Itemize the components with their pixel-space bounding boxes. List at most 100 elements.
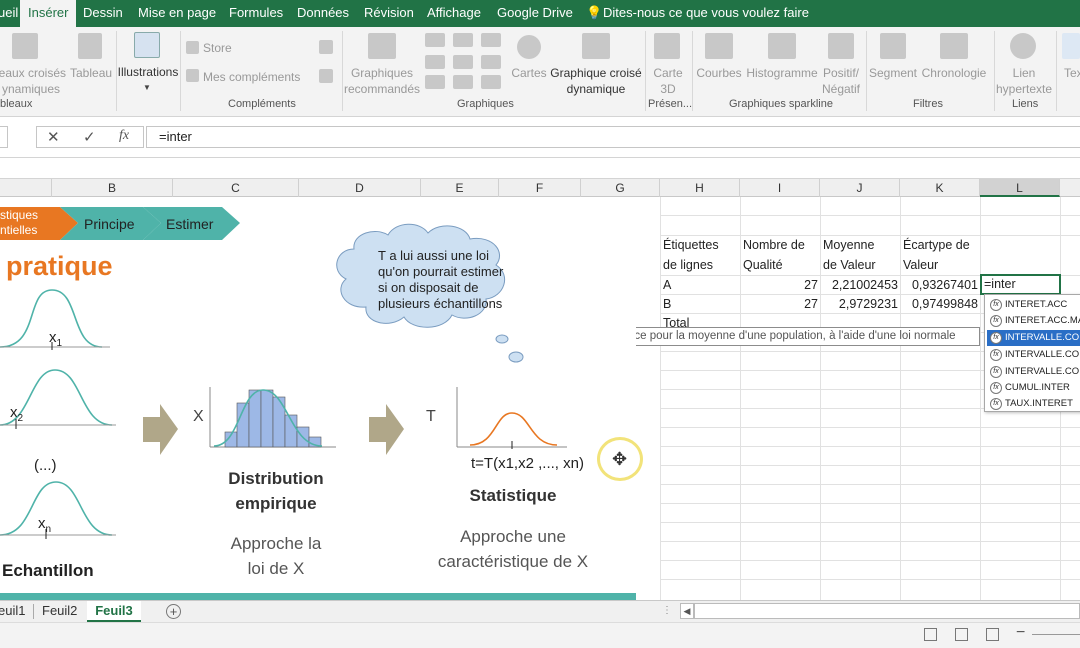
pivot-header-count[interactable]: Nombre de Qualité xyxy=(743,235,805,275)
normal-view-icon[interactable] xyxy=(924,628,937,641)
formula-input[interactable]: =inter xyxy=(146,126,1080,148)
tab-affichage[interactable]: Affichage xyxy=(427,0,481,27)
pivot-header-sd[interactable]: Écartype de Valeur xyxy=(903,235,970,275)
pivot-cell-mean[interactable]: 2,9729231 xyxy=(820,294,898,314)
horizontal-scrollbar[interactable] xyxy=(694,603,1080,619)
addins-icon xyxy=(186,69,199,82)
name-box[interactable] xyxy=(0,126,8,148)
maps-button[interactable]: Cartes xyxy=(510,65,548,81)
col-header-k[interactable]: K xyxy=(900,179,980,197)
cloud-bubble xyxy=(495,334,509,344)
pie-chart-icon[interactable] xyxy=(425,75,445,89)
pivot-cell-count[interactable]: 27 xyxy=(740,275,818,295)
scroll-handle-icon[interactable]: ⋮ xyxy=(662,605,672,616)
timeline-button[interactable]: Chronologie xyxy=(918,65,990,81)
my-addins-button[interactable]: Mes compléments xyxy=(203,69,300,85)
embedded-slide-image[interactable]: stiques ntielles Principe Estimer pratiqu… xyxy=(0,197,636,601)
col-header-h[interactable]: H xyxy=(660,179,740,197)
enter-icon[interactable]: ✓ xyxy=(83,128,96,146)
hierarchy-chart-icon[interactable] xyxy=(453,33,473,47)
nav-label-1: stiques ntielles xyxy=(0,208,39,237)
recommended-charts-icon xyxy=(368,33,396,59)
autocomplete-item[interactable]: fx INTERET.ACC xyxy=(987,297,1080,313)
tell-me-icon: 💡 xyxy=(586,5,603,20)
col-header-j[interactable]: J xyxy=(820,179,900,197)
col-header-d[interactable]: D xyxy=(299,179,421,197)
col-header-a[interactable] xyxy=(0,179,52,197)
grid-line xyxy=(660,503,1080,504)
tab-google-drive[interactable]: Google Drive xyxy=(497,0,573,27)
pivot-header-mean[interactable]: Moyenne de Valeur xyxy=(823,235,876,275)
sheet-tab-feuil1[interactable]: euil1 xyxy=(0,601,25,622)
timeline-icon xyxy=(940,33,968,59)
waterfall-chart-icon[interactable] xyxy=(481,33,501,47)
illustrations-button[interactable]: Illustrations xyxy=(117,64,179,80)
col-header-b[interactable]: B xyxy=(52,179,173,197)
tell-me-search[interactable]: Dites-nous ce que vous voulez faire xyxy=(603,0,809,27)
col-header-c[interactable]: C xyxy=(173,179,299,197)
sparkline-line-button[interactable]: Courbes xyxy=(694,65,744,81)
sheet-tab-feuil3-active[interactable]: Feuil3 xyxy=(87,601,141,622)
tab-donnees[interactable]: Données xyxy=(297,0,349,27)
pivot-row-label[interactable]: B xyxy=(663,294,671,314)
statistic-chart-icon[interactable] xyxy=(453,55,473,69)
grid-line xyxy=(660,446,1080,447)
autocomplete-item[interactable]: fx TAUX.INTERET xyxy=(987,396,1080,412)
pivot-cell-sd[interactable]: 0,97499848 xyxy=(900,294,978,314)
autocomplete-item[interactable]: fx INTERVALLE.CO xyxy=(987,347,1080,363)
col-header-f[interactable]: F xyxy=(499,179,581,197)
col-header-l[interactable]: L xyxy=(980,179,1060,197)
sparkline-winloss-button[interactable]: Positif/Négatif xyxy=(818,65,864,97)
bell-curve-3 xyxy=(0,481,113,536)
tab-formules[interactable]: Formules xyxy=(229,0,283,27)
bing-maps-icon[interactable] xyxy=(319,40,333,54)
autocomplete-item[interactable]: fx CUMUL.INTER xyxy=(987,380,1080,396)
pivot-header-labels[interactable]: Étiquettes de lignes xyxy=(663,235,719,275)
hyperlink-button[interactable]: Lien hypertexte xyxy=(994,65,1054,97)
scroll-left-icon[interactable]: ◀ xyxy=(680,603,694,619)
recommended-charts-button[interactable]: Graphiques recommandés xyxy=(344,65,420,97)
column-chart-icon[interactable] xyxy=(425,33,445,47)
add-sheet-icon[interactable]: + xyxy=(166,604,181,619)
store-button[interactable]: Store xyxy=(203,40,232,56)
zoom-slider[interactable] xyxy=(1032,634,1080,635)
pivot-cell-count[interactable]: 27 xyxy=(740,294,818,314)
cancel-icon[interactable]: ✕ xyxy=(47,128,60,146)
page-break-view-icon[interactable] xyxy=(986,628,999,641)
pivot-cell-sd[interactable]: 0,93267401 xyxy=(900,275,978,295)
autocomplete-item[interactable]: fx INTERVALLE.CO xyxy=(987,364,1080,380)
tab-dessin[interactable]: Dessin xyxy=(83,0,123,27)
autocomplete-item-selected[interactable]: fx INTERVALLE.CO xyxy=(987,330,1080,346)
page-layout-view-icon[interactable] xyxy=(955,628,968,641)
line-chart-icon[interactable] xyxy=(425,55,445,69)
col-header-i[interactable]: I xyxy=(740,179,820,197)
nav-label-principe: Principe xyxy=(84,216,135,232)
zoom-out-icon[interactable]: − xyxy=(1016,624,1025,642)
table-button[interactable]: Tableau xyxy=(70,65,112,81)
people-graph-icon[interactable] xyxy=(319,69,333,83)
tab-mise-en-page[interactable]: Mise en page xyxy=(138,0,216,27)
text-button[interactable]: Tex xyxy=(1064,65,1080,81)
combo-chart-icon[interactable] xyxy=(481,55,501,69)
scatter-chart-icon[interactable] xyxy=(481,75,501,89)
separator xyxy=(180,31,181,111)
hist-bar xyxy=(260,389,274,448)
tab-revision[interactable]: Révision xyxy=(364,0,414,27)
pivot-cell-mean[interactable]: 2,21002453 xyxy=(820,275,898,295)
active-cell-l[interactable]: =inter xyxy=(980,274,1061,295)
insert-function-icon[interactable]: fx xyxy=(119,128,129,144)
col-header-e[interactable]: E xyxy=(421,179,499,197)
col-header-g[interactable]: G xyxy=(581,179,660,197)
tab-inserer[interactable]: Insérer xyxy=(20,0,77,27)
pivot-chart-button[interactable]: Graphique croisé dynamique xyxy=(548,65,644,97)
slicer-button[interactable]: Segment xyxy=(868,65,918,81)
autocomplete-item[interactable]: fx INTERET.ACC.MA xyxy=(987,313,1080,329)
label-xn: xn xyxy=(38,515,52,535)
tab-fichier[interactable]: ueil xyxy=(0,0,18,27)
3d-map-button[interactable]: Carte 3D xyxy=(648,65,688,97)
bar-chart-icon[interactable] xyxy=(453,75,473,89)
sheet-tab-feuil2[interactable]: Feuil2 xyxy=(42,601,77,622)
sparkline-column-button[interactable]: Histogramme xyxy=(744,65,820,81)
pivot-row-label[interactable]: A xyxy=(663,275,671,295)
pivot-table-button[interactable]: leaux croisés ynamiques xyxy=(0,65,68,97)
